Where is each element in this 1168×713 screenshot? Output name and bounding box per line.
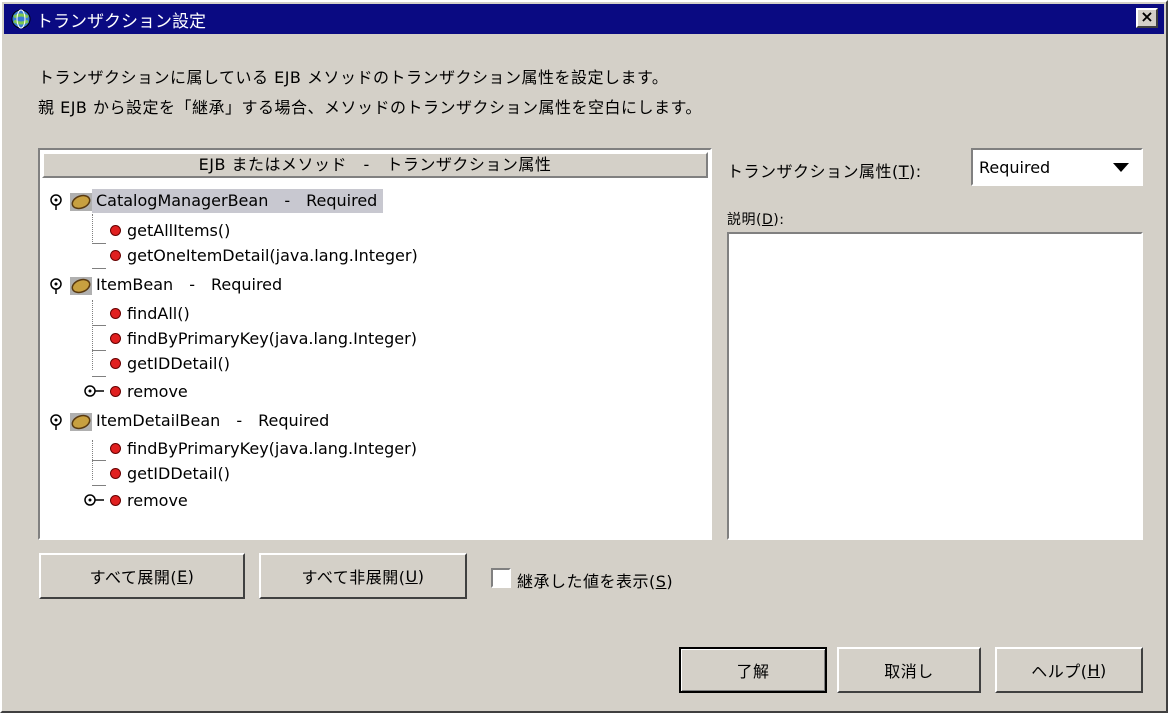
- attribute-select-value: Required: [979, 158, 1051, 177]
- description-line-2: 親 EJB から設定を「継承」する場合、メソッドのトランザクション属性を空白にし…: [38, 98, 702, 117]
- bean-label[interactable]: ItemDetailBean - Required: [92, 409, 335, 433]
- tree-node-bean[interactable]: CatalogManagerBean - Required: [70, 188, 384, 214]
- help-button[interactable]: ヘルプ(H): [995, 647, 1143, 693]
- tree-node-bean[interactable]: ItemDetailBean - Required: [70, 408, 335, 434]
- method-label: findByPrimaryKey(java.lang.Integer): [127, 328, 417, 348]
- method-icon: [110, 249, 121, 261]
- close-icon: ×: [1140, 7, 1154, 26]
- tree-node-method[interactable]: findByPrimaryKey(java.lang.Integer): [110, 435, 417, 461]
- method-icon: [110, 307, 121, 319]
- tree-connector: [92, 350, 106, 351]
- method-icon: [110, 442, 121, 454]
- method-label: remove: [127, 490, 188, 510]
- explanation-label: 説明(D):: [727, 212, 785, 228]
- tree-node-method[interactable]: remove: [110, 378, 188, 404]
- method-icon: [110, 357, 121, 369]
- tree-connector: [92, 325, 106, 326]
- description-line-1: トランザクションに属している EJB メソッドのトランザクション属性を設定します…: [38, 68, 669, 87]
- cancel-button[interactable]: 取消し: [837, 647, 981, 693]
- collapse-toggle-icon[interactable]: [48, 278, 64, 294]
- tree-connector: [92, 268, 106, 269]
- collapse-toggle-icon[interactable]: [48, 414, 64, 430]
- method-icon: [110, 332, 121, 344]
- explanation-textarea[interactable]: [727, 232, 1143, 540]
- ok-button[interactable]: 了解: [679, 647, 827, 693]
- dropdown-arrow-icon[interactable]: [1113, 163, 1129, 172]
- method-label: remove: [127, 381, 188, 401]
- tree-column-header[interactable]: EJB またはメソッド - トランザクション属性: [42, 152, 708, 178]
- tree-node-method[interactable]: getIDDetail(): [110, 350, 230, 376]
- method-label: getAllItems(): [127, 220, 231, 240]
- tree-node-method[interactable]: getAllItems(): [110, 217, 230, 243]
- attribute-label: トランザクション属性(T):: [727, 162, 922, 181]
- tree-connector: [92, 243, 106, 244]
- tree-node-method[interactable]: remove: [110, 487, 188, 513]
- bean-icon: [70, 277, 92, 295]
- method-icon: [110, 494, 121, 506]
- tree-node-method[interactable]: findAll(): [110, 300, 190, 326]
- method-icon: [110, 467, 121, 479]
- bean-label[interactable]: ItemBean - Required: [92, 273, 288, 297]
- ejb-method-tree[interactable]: EJB またはメソッド - トランザクション属性 CatalogManagerB…: [38, 148, 712, 540]
- collapse-toggle-icon[interactable]: [48, 194, 64, 210]
- tree-connector: [92, 300, 93, 370]
- tree-connector: [92, 485, 106, 486]
- method-label: getIDDetail(): [127, 353, 230, 373]
- tree-connector: [92, 214, 93, 244]
- tree-node-method[interactable]: getIDDetail(): [110, 460, 230, 486]
- attribute-select[interactable]: Required: [971, 148, 1143, 186]
- tree-connector: [92, 460, 106, 461]
- title-bar[interactable]: トランザクション設定 ×: [4, 4, 1164, 34]
- expand-all-button[interactable]: すべて展開(E): [39, 553, 245, 599]
- method-icon: [110, 385, 121, 397]
- show-inherited-label[interactable]: 継承した値を表示(S): [517, 568, 673, 592]
- app-globe-icon: [11, 9, 31, 29]
- bean-label[interactable]: CatalogManagerBean - Required: [92, 189, 384, 213]
- bean-icon: [70, 413, 92, 431]
- expand-toggle-icon[interactable]: [84, 492, 104, 508]
- show-inherited-checkbox[interactable]: [491, 568, 511, 588]
- method-label: findAll(): [127, 303, 190, 323]
- method-icon: [110, 224, 121, 236]
- tree-node-bean[interactable]: ItemBean - Required: [70, 272, 288, 298]
- tree-node-method[interactable]: getOneItemDetail(java.lang.Integer): [110, 242, 418, 268]
- collapse-all-button[interactable]: すべて非展開(U): [259, 553, 467, 599]
- tree-node-method[interactable]: findByPrimaryKey(java.lang.Integer): [110, 325, 417, 351]
- close-button[interactable]: ×: [1136, 8, 1158, 28]
- method-label: getIDDetail(): [127, 463, 230, 483]
- bean-icon: [70, 193, 92, 211]
- window-title: トランザクション設定: [36, 11, 206, 32]
- tree-connector: [92, 376, 106, 377]
- method-label: findByPrimaryKey(java.lang.Integer): [127, 438, 417, 458]
- expand-toggle-icon[interactable]: [84, 383, 104, 399]
- method-label: getOneItemDetail(java.lang.Integer): [127, 245, 418, 265]
- dialog-window: トランザクション設定 × トランザクションに属している EJB メソッドのトラン…: [0, 0, 1168, 713]
